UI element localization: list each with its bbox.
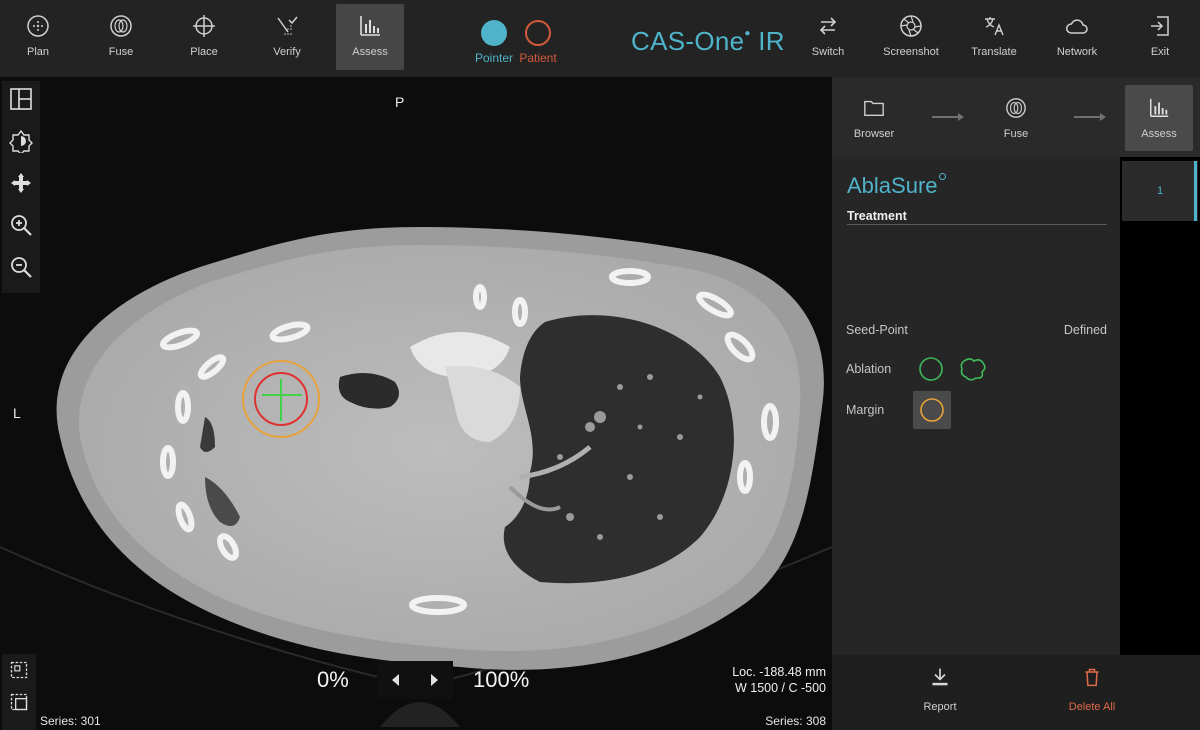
workflow-browser[interactable]: Browser bbox=[840, 85, 908, 151]
orientation-top: P bbox=[395, 94, 405, 110]
translate-label: Translate bbox=[971, 46, 1017, 58]
deselect-region-icon[interactable] bbox=[9, 692, 29, 712]
blend-navigator bbox=[377, 661, 453, 699]
workflow-assess[interactable]: Assess bbox=[1125, 85, 1193, 151]
ct-viewer[interactable]: P L Series: 301 Series: 308 Loc. -188.48… bbox=[0, 77, 832, 730]
pan-icon[interactable] bbox=[9, 171, 33, 195]
bar-chart-icon bbox=[360, 16, 380, 36]
report-button[interactable]: Report bbox=[900, 667, 980, 713]
shutter-icon bbox=[900, 15, 922, 37]
switch-label: Switch bbox=[811, 46, 845, 58]
location-readout: Loc. -188.48 mm W 1500 / C -500 bbox=[732, 664, 826, 696]
brand-suffix: IR bbox=[758, 26, 785, 56]
zoom-in-icon[interactable] bbox=[9, 213, 33, 237]
section-title: Treatment bbox=[847, 209, 907, 223]
workflow-assess-label: Assess bbox=[1141, 128, 1177, 140]
network-button[interactable]: Network bbox=[1043, 4, 1111, 70]
selection-tools bbox=[2, 654, 36, 730]
assess-label: Assess bbox=[352, 46, 388, 58]
seed-point-label: Seed-Point bbox=[846, 323, 908, 337]
ablation-sphere-icon[interactable] bbox=[918, 356, 944, 382]
workflow-fuse-label: Fuse bbox=[1003, 128, 1029, 140]
ablation-freeform-icon[interactable] bbox=[958, 355, 988, 383]
segment-selected-indicator bbox=[1194, 161, 1197, 221]
assess-button[interactable]: Assess bbox=[336, 4, 404, 70]
delete-all-label: Delete All bbox=[1068, 701, 1116, 713]
patient-toggle[interactable]: Patient bbox=[508, 20, 568, 70]
slice-location: Loc. -188.48 mm bbox=[732, 665, 826, 679]
workflow-arrow-icon bbox=[1074, 113, 1106, 121]
segment-number: 1 bbox=[1156, 185, 1164, 197]
screenshot-button[interactable]: Screenshot bbox=[877, 4, 945, 70]
fuse-icon bbox=[110, 15, 132, 37]
switch-icon bbox=[819, 17, 837, 35]
blend-min-label: 0% bbox=[317, 667, 349, 692]
place-label: Place bbox=[190, 46, 218, 58]
seed-point-value: Defined bbox=[1063, 323, 1107, 337]
exit-icon bbox=[1151, 16, 1169, 36]
bottom-actions: Report Delete All bbox=[832, 655, 1200, 730]
ablasure-pane: AblaSure Treatment Seed-Point Defined Ab… bbox=[832, 157, 1120, 655]
ct-slice-image bbox=[0, 227, 832, 727]
segment-list: 1 bbox=[1120, 157, 1200, 655]
exit-label: Exit bbox=[1150, 46, 1170, 58]
folder-icon bbox=[864, 100, 884, 117]
pointer-dot-icon bbox=[481, 20, 507, 46]
workflow-arrow-icon bbox=[932, 113, 964, 121]
verify-button[interactable]: Verify bbox=[253, 4, 321, 70]
plan-icon bbox=[27, 15, 49, 37]
fuse-button[interactable]: Fuse bbox=[87, 4, 155, 70]
ablation-label: Ablation bbox=[846, 362, 892, 376]
cloud-icon bbox=[1066, 19, 1088, 34]
translate-icon bbox=[985, 17, 1004, 36]
blend-left-icon[interactable] bbox=[389, 672, 403, 688]
registered-mark-icon: ● bbox=[744, 28, 751, 39]
network-label: Network bbox=[1056, 46, 1098, 58]
blend-max-label: 100% bbox=[473, 667, 530, 692]
select-region-icon[interactable] bbox=[9, 660, 29, 680]
exit-button[interactable]: Exit bbox=[1126, 4, 1194, 70]
orientation-left: L bbox=[13, 405, 21, 421]
workflow-fuse[interactable]: Fuse bbox=[982, 85, 1050, 151]
screenshot-label: Screenshot bbox=[883, 46, 939, 58]
report-label: Report bbox=[923, 701, 957, 713]
series-right: Series: 308 bbox=[765, 714, 826, 728]
margin-label: Margin bbox=[846, 403, 885, 417]
plan-button[interactable]: Plan bbox=[4, 4, 72, 70]
plan-label: Plan bbox=[26, 46, 50, 58]
patient-dot-icon bbox=[525, 20, 551, 46]
window-level: W 1500 / C -500 bbox=[734, 681, 826, 695]
workflow-browser-label: Browser bbox=[853, 128, 895, 140]
registered-mark-icon bbox=[938, 173, 946, 180]
place-button[interactable]: Place bbox=[170, 4, 238, 70]
series-left: Series: 301 bbox=[40, 714, 101, 728]
margin-button[interactable] bbox=[913, 391, 951, 429]
download-icon bbox=[932, 668, 948, 686]
zoom-out-icon[interactable] bbox=[9, 255, 33, 279]
verify-icon bbox=[277, 16, 298, 35]
patient-label: Patient bbox=[519, 51, 557, 65]
app-brand: CAS-One● IR bbox=[631, 26, 785, 57]
margin-sphere-icon bbox=[920, 398, 944, 422]
bar-chart-icon bbox=[1150, 98, 1169, 117]
ablasure-title-text: AblaSure bbox=[847, 173, 938, 198]
ablasure-title: AblaSure bbox=[847, 173, 946, 199]
switch-button[interactable]: Switch bbox=[794, 4, 862, 70]
blend-right-icon[interactable] bbox=[427, 672, 441, 688]
trash-icon bbox=[1085, 668, 1099, 687]
layout-icon[interactable] bbox=[9, 87, 33, 111]
verify-label: Verify bbox=[273, 46, 301, 58]
right-panel: Browser Fuse Assess AblaSure Treatment S… bbox=[832, 77, 1200, 730]
fuse-icon bbox=[1006, 98, 1026, 118]
segment-item-1[interactable]: 1 bbox=[1122, 161, 1198, 221]
fuse-label: Fuse bbox=[108, 46, 134, 58]
viewer-tools bbox=[2, 81, 40, 293]
crosshair-icon bbox=[193, 15, 215, 37]
brand-name: CAS-One bbox=[631, 26, 745, 56]
delete-all-button[interactable]: Delete All bbox=[1052, 667, 1132, 713]
brightness-contrast-icon[interactable] bbox=[9, 129, 33, 153]
top-toolbar: Plan Fuse Place Verify Assess Pointer Pa… bbox=[0, 0, 1200, 77]
section-divider bbox=[847, 224, 1107, 225]
translate-button[interactable]: Translate bbox=[960, 4, 1028, 70]
